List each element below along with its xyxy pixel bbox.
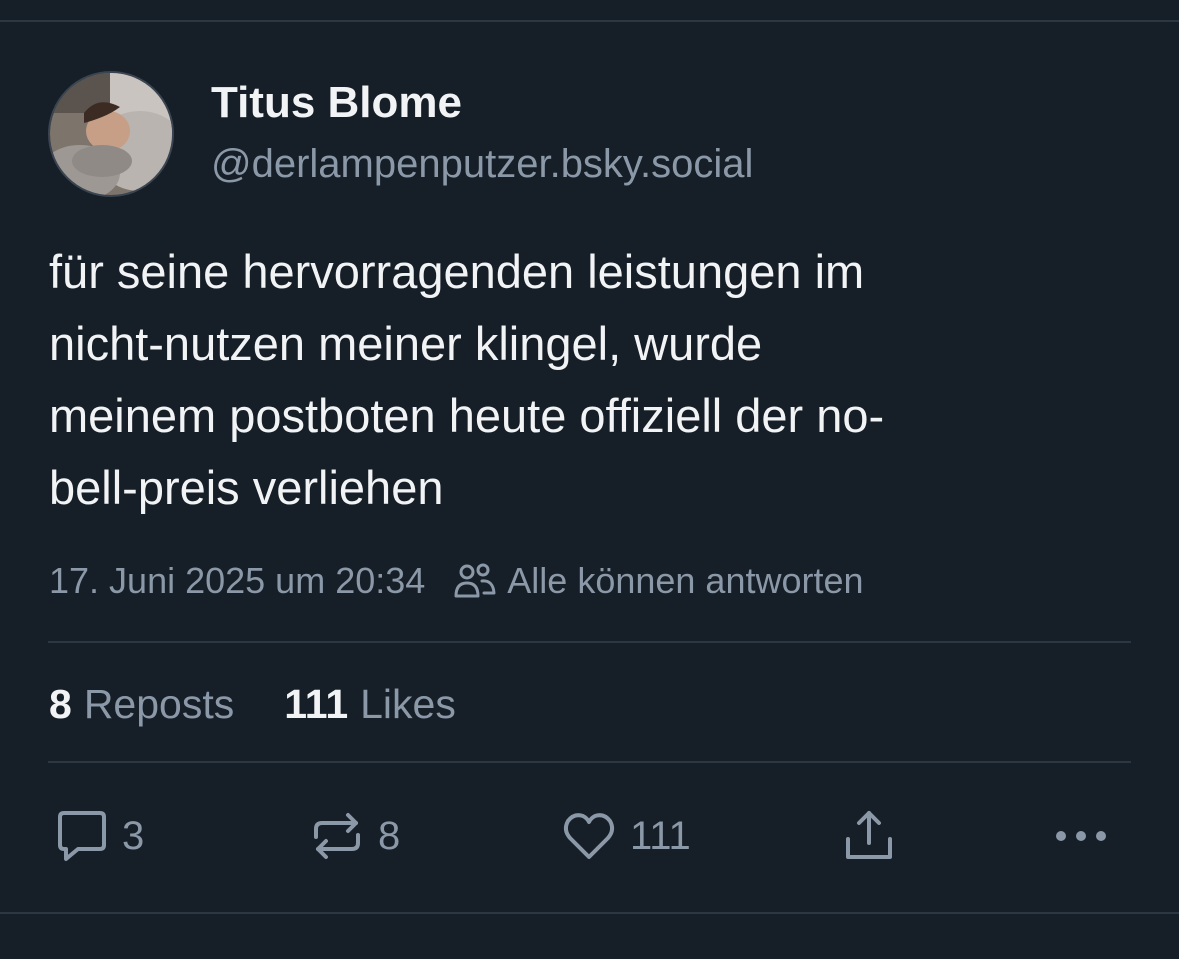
author-display-name[interactable]: Titus Blome [211, 78, 462, 128]
people-icon [453, 562, 497, 600]
share-button[interactable] [840, 806, 898, 866]
repost-icon [308, 807, 366, 865]
repost-button[interactable]: 8 [308, 806, 400, 866]
author-handle[interactable]: @derlampenputzer.bsky.social [211, 142, 753, 187]
reply-setting[interactable]: Alle können antworten [507, 560, 863, 602]
post-meta: 17. Juni 2025 um 20:34 Alle können antwo… [49, 556, 864, 606]
share-icon [840, 807, 898, 865]
bottom-divider [0, 912, 1179, 914]
likes-stat[interactable]: 111 Likes [284, 681, 456, 728]
like-button[interactable]: 111 [560, 806, 691, 866]
more-icon [1052, 807, 1110, 865]
avatar-photo [50, 73, 172, 195]
like-count: 111 [630, 813, 691, 858]
engagement-stats: 8 Reposts 111 Likes [49, 676, 456, 732]
reply-count: 3 [122, 813, 145, 858]
post-timestamp: 17. Juni 2025 um 20:34 [49, 560, 426, 601]
top-divider [0, 20, 1179, 22]
avatar[interactable] [48, 71, 174, 197]
more-options-button[interactable] [1052, 806, 1110, 866]
likes-count: 111 [284, 680, 349, 727]
reposts-label: Reposts [83, 680, 235, 727]
divider [48, 641, 1131, 643]
post-text: für seine hervorragenden leistungen im n… [49, 236, 1139, 524]
reply-icon [52, 807, 110, 865]
reposts-count: 8 [49, 680, 72, 727]
reposts-stat[interactable]: 8 Reposts [49, 681, 234, 728]
reply-button[interactable]: 3 [52, 806, 144, 866]
post-text-line: nicht-nutzen meiner klingel, wurde [49, 317, 763, 370]
divider [48, 761, 1131, 763]
post-text-line: meinem postboten heute offiziell der no- [49, 389, 885, 442]
heart-icon [560, 807, 618, 865]
repost-count: 8 [378, 813, 401, 858]
likes-label: Likes [360, 680, 456, 727]
post-text-line: für seine hervorragenden leistungen im [49, 245, 865, 298]
post-text-line: bell-preis verliehen [49, 461, 444, 514]
